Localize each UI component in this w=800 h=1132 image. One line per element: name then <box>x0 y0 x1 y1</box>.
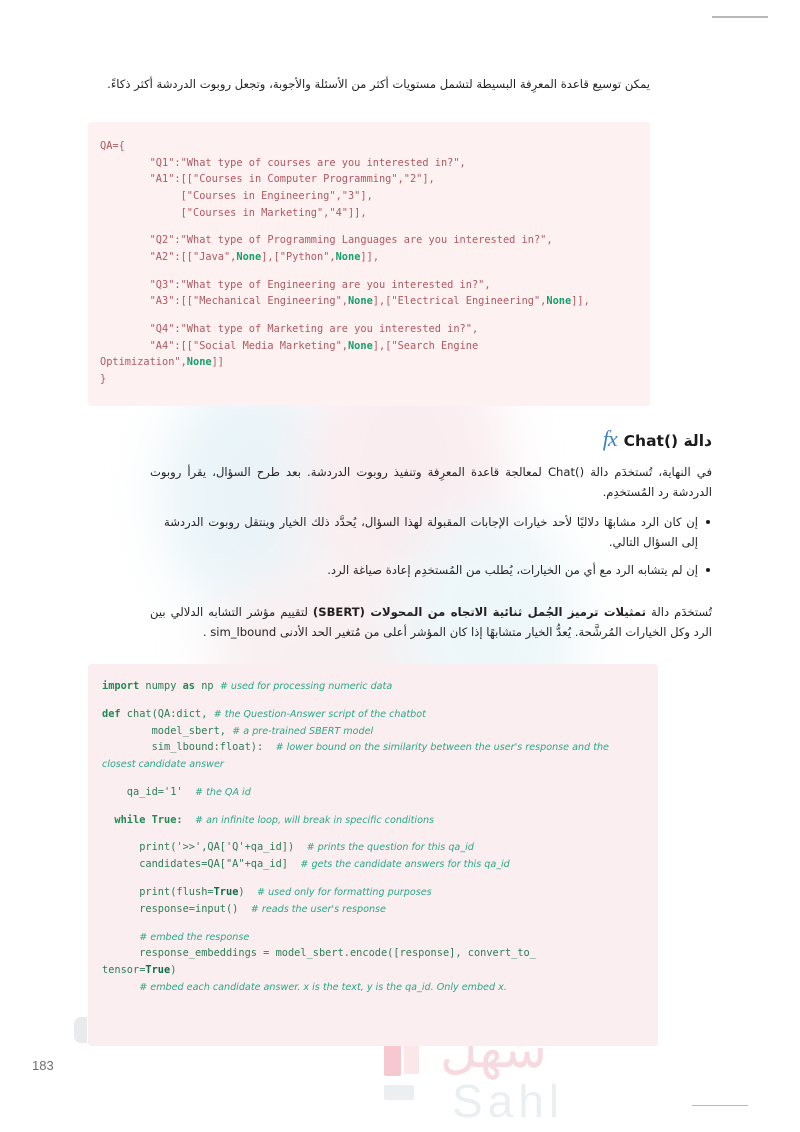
intro-paragraph: يمكن توسيع قاعدة المعرِفة البسيطة لتشمل … <box>107 77 650 91</box>
code-line: while True: # an infinite loop, will bre… <box>114 813 435 826</box>
code-line: # embed the response <box>139 931 250 943</box>
code-line: print('>>',QA['Q'+qa_id]) # prints the q… <box>102 841 474 854</box>
code-line: response_embeddings = model_sbert.encode… <box>102 947 536 960</box>
fx-icon: fx <box>602 426 618 451</box>
code-line: import numpy as np # used for processing… <box>102 680 393 692</box>
code-line: QA={ <box>100 140 125 152</box>
code-line: "A2":[["Java",None],["Python",None]], <box>100 251 380 264</box>
list-item: إن لم يتشابه الرد مع أي من الخيارات، يُط… <box>164 560 712 580</box>
code-line: "Q4":"What type of Marketing are you int… <box>100 323 479 336</box>
code-line: response=input() # reads the user's resp… <box>102 902 386 915</box>
code-line: tensor=True) <box>102 964 177 977</box>
behaviour-bullet-list: إن كان الرد مشابهًا دلاليًا لأحد خيارات … <box>164 512 712 587</box>
code-line: qa_id='1' # the QA id <box>102 785 251 798</box>
code-line: "A3":[["Mechanical Engineering",None],["… <box>100 295 590 308</box>
code-line: ["Courses in Engineering","3"], <box>100 190 373 203</box>
code-line: "Q1":"What type of courses are you inter… <box>100 156 466 169</box>
page-number: 183 <box>32 1058 54 1073</box>
code-line: "Q2":"What type of Programming Languages… <box>100 234 553 247</box>
code-block-qa-dictionary: QA={ "Q1":"What type of courses are you … <box>88 122 650 406</box>
code-line: "Q3":"What type of Engineering are you i… <box>100 278 491 291</box>
code-line: sim_lbound:float): # lower bound on the … <box>102 741 609 754</box>
section-heading-chat-function: دالة ()Chat fx <box>602 426 712 451</box>
section-intro-paragraph: في النهاية، تُستخدَم دالة ()Chat لمعالجة… <box>150 465 712 500</box>
code-line: } <box>100 373 107 386</box>
code-block-chat-function: import numpy as np # used for processing… <box>88 664 658 1046</box>
code-line: # embed each candidate answer. x is the … <box>139 981 507 993</box>
code-line: print(flush=True) # used only for format… <box>102 886 432 899</box>
code-line: "A4":[["Social Media Marketing",None],["… <box>100 339 479 352</box>
crop-mark-top <box>712 16 768 18</box>
sbert-bold-term: تمثيلات ترميز الجُمل ثنائية الاتجاه من ا… <box>312 605 646 619</box>
code-line: ["Courses in Marketing","4"]], <box>100 206 367 219</box>
page-side-tab <box>74 1017 87 1043</box>
sbert-lead: تُستخدَم دالة <box>645 605 712 619</box>
crop-mark-bottom <box>692 1104 748 1106</box>
section-title: دالة ()Chat <box>623 432 712 450</box>
list-item: إن كان الرد مشابهًا دلاليًا لأحد خيارات … <box>164 512 712 553</box>
sbert-tail: . <box>202 625 211 640</box>
code-line: Optimization",None]] <box>100 356 225 369</box>
code-line: "A1":[["Courses in Computer Programming"… <box>100 173 435 186</box>
document-page: يمكن توسيع قاعدة المعرِفة البسيطة لتشمل … <box>0 0 800 1132</box>
code-line: closest candidate answer <box>102 759 224 771</box>
code-line: def chat(QA:dict, # the Question-Answer … <box>102 707 426 720</box>
code-line: model_sbert, # a pre-trained SBERT model <box>102 724 374 737</box>
sbert-paragraph: تُستخدَم دالة تمثيلات ترميز الجُمل ثنائي… <box>150 602 712 643</box>
code-line: candidates=QA["A"+qa_id] # gets the cand… <box>102 858 510 871</box>
sbert-variable-name: sim_lbound <box>210 625 277 640</box>
